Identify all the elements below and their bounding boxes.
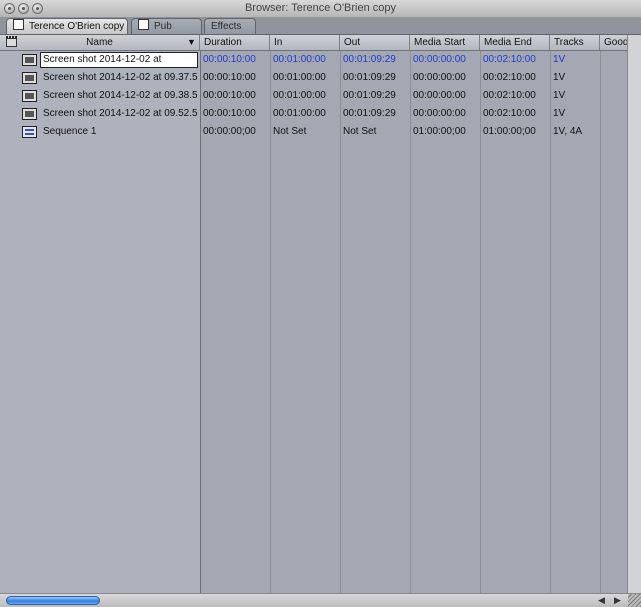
in-cell: 00:01:00:00 — [273, 90, 326, 101]
table-row[interactable]: Screen shot 2014-12-02 at 09.38.5 00:00:… — [0, 87, 627, 105]
vertical-scrollbar[interactable] — [627, 35, 641, 593]
media-end-cell: 00:02:10:00 — [483, 108, 536, 119]
in-cell: 00:01:00:00 — [273, 72, 326, 83]
project-icon — [13, 19, 24, 30]
duration-cell: 00:00:10:00 — [203, 54, 256, 65]
tab-pub-movie[interactable]: Pub movie — [131, 18, 202, 48]
clapper-icon — [6, 36, 17, 47]
media-end-cell: 00:02:10:00 — [483, 90, 536, 101]
tracks-cell: 1V — [553, 72, 566, 83]
column-header: Name ▼ Duration In Out Media Start Media… — [0, 35, 641, 51]
clip-name-edit-field[interactable]: Screen shot 2014-12-02 at 09.37.0 — [40, 52, 198, 68]
sequence-icon — [22, 126, 37, 138]
media-end-cell: 00:02:10:00 — [483, 54, 536, 65]
scroll-right-arrow-icon[interactable]: ▶ — [614, 595, 621, 606]
tracks-cell: 1V — [553, 108, 566, 119]
table-row[interactable]: Screen shot 2014-12-02 at 09.37.5 00:00:… — [0, 69, 627, 87]
table-row[interactable]: Screen shot 2014-12-02 at 09.52.5 00:00:… — [0, 105, 627, 123]
clip-icon — [22, 90, 37, 102]
title-bar: Browser: Terence O'Brien copy — [0, 0, 641, 18]
media-start-cell: 00:00:00:00 — [413, 72, 466, 83]
media-start-cell: 00:00:00:00 — [413, 90, 466, 101]
media-start-cell: 01:00:00;00 — [413, 126, 466, 137]
table-row[interactable]: Screen shot 2014-12-02 at 09.37.0 00:00:… — [0, 51, 627, 69]
duration-cell: 00:00:00;00 — [203, 126, 256, 137]
media-end-cell: 00:02:10:00 — [483, 72, 536, 83]
clip-icon — [22, 72, 37, 84]
window-title: Browser: Terence O'Brien copy — [244, 2, 397, 14]
in-cell: 00:01:00:00 — [273, 54, 326, 65]
column-header-in[interactable]: In — [270, 35, 340, 50]
sort-down-icon[interactable]: ▼ — [187, 35, 196, 50]
scroll-left-arrow-icon[interactable]: ◀ — [598, 595, 605, 606]
out-cell: Not Set — [343, 126, 377, 137]
column-header-media-start[interactable]: Media Start — [410, 35, 480, 50]
clip-icon — [22, 54, 37, 66]
column-header-name[interactable]: Name ▼ — [0, 35, 200, 50]
column-header-media-end[interactable]: Media End — [480, 35, 550, 50]
browser-list: Screen shot 2014-12-02 at 09.37.0 00:00:… — [0, 51, 627, 593]
media-start-cell: 00:00:00:00 — [413, 108, 466, 119]
duration-cell: 00:00:10:00 — [203, 108, 256, 119]
media-end-cell: 01:00:00;00 — [483, 126, 536, 137]
clip-name: Screen shot 2014-12-02 at 09.37.5 — [43, 72, 198, 83]
scroll-thumb[interactable] — [6, 596, 100, 605]
column-header-tracks[interactable]: Tracks — [550, 35, 600, 50]
project-icon — [138, 19, 149, 30]
out-cell: 00:01:09:29 — [343, 108, 396, 119]
in-cell: 00:01:00:00 — [273, 108, 326, 119]
tab-bar: Terence O'Brien copy Pub movie Effects — [0, 17, 641, 48]
clip-icon — [22, 108, 37, 120]
tracks-cell: 1V, 4A — [553, 126, 583, 137]
column-header-duration[interactable]: Duration — [200, 35, 270, 50]
tracks-cell: 1V — [553, 54, 566, 65]
out-cell: 00:01:09:29 — [343, 90, 396, 101]
in-cell: Not Set — [273, 126, 307, 137]
media-start-cell: 00:00:00:00 — [413, 54, 466, 65]
duration-cell: 00:00:10:00 — [203, 90, 256, 101]
horizontal-scrollbar[interactable]: ◀ ▶ — [0, 593, 641, 607]
sequence-name: Sequence 1 — [43, 126, 97, 137]
clip-name: Screen shot 2014-12-02 at 09.38.5 — [43, 90, 198, 101]
resize-grip-icon[interactable] — [628, 594, 641, 607]
column-header-out[interactable]: Out — [340, 35, 410, 50]
tracks-cell: 1V — [553, 90, 566, 101]
out-cell: 00:01:09:29 — [343, 72, 396, 83]
clip-name: Screen shot 2014-12-02 at 09.52.5 — [43, 108, 198, 119]
column-header-good[interactable]: Good — [600, 35, 627, 50]
out-cell: 00:01:09:29 — [343, 54, 396, 65]
duration-cell: 00:00:10:00 — [203, 72, 256, 83]
tab-terence-obrien-copy[interactable]: Terence O'Brien copy — [6, 18, 128, 34]
table-row[interactable]: Sequence 1 00:00:00;00 Not Set Not Set 0… — [0, 123, 627, 141]
tab-effects[interactable]: Effects — [204, 18, 256, 34]
